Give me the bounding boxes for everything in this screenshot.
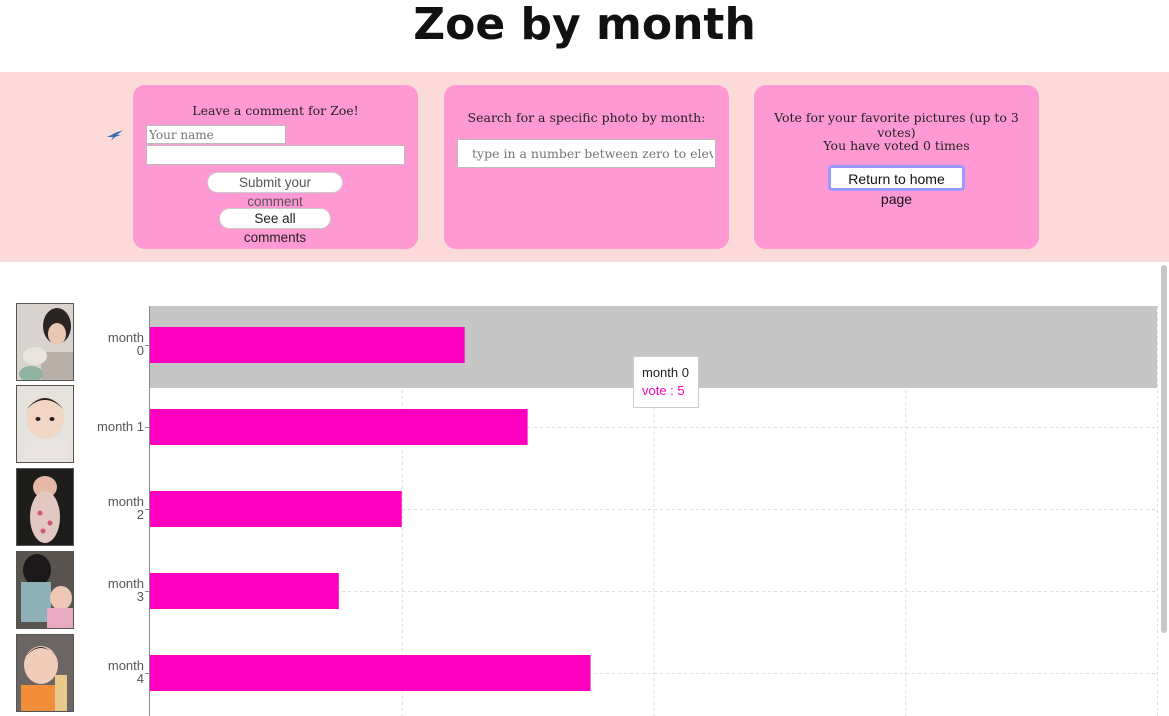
comment-card: Leave a comment for Zoe! Submit your com… <box>133 85 418 249</box>
vote-status: You have voted 0 times <box>823 138 970 153</box>
submit-comment-button[interactable]: Submit your comment <box>207 172 343 209</box>
votes-bar-chart: month 0 month 1 month 2 month 3 month 4 <box>97 306 1158 716</box>
chart-labels: month 0 month 1 month 2 month 3 month 4 <box>97 330 150 686</box>
chart-tooltip: month 0 vote : 5 <box>633 356 699 408</box>
bar-month-3[interactable] <box>150 573 339 609</box>
bar-month-0[interactable] <box>150 327 465 363</box>
month-search-input[interactable] <box>457 139 716 168</box>
name-input[interactable] <box>146 125 286 144</box>
bar-month-4[interactable] <box>150 655 591 691</box>
page-title: Zoe by month <box>413 0 756 50</box>
y-tick-label: month 2 <box>108 494 144 522</box>
search-heading: Search for a specific photo by month: <box>467 110 706 125</box>
bar-month-2[interactable] <box>150 491 402 527</box>
vote-heading: Vote for your favorite pictures (up to 3… <box>774 110 1019 140</box>
y-tick-label: month 4 <box>108 658 144 686</box>
search-card: Search for a specific photo by month: <box>444 85 729 249</box>
y-tick-label: month 1 <box>97 419 144 434</box>
comment-heading: Leave a comment for Zoe! <box>192 103 359 118</box>
bird-icon <box>107 130 123 141</box>
see-all-comments-button[interactable]: See all comments <box>219 208 331 245</box>
y-tick-label: month 0 <box>108 330 144 358</box>
bar-month-1[interactable] <box>150 409 528 445</box>
return-home-button[interactable]: Return to home page <box>828 165 965 207</box>
controls-band: Leave a comment for Zoe! Submit your com… <box>0 72 1169 262</box>
tooltip-title: month 0 <box>642 365 689 380</box>
vote-card: Vote for your favorite pictures (up to 3… <box>754 85 1039 249</box>
page-scrollbar[interactable] <box>1161 265 1167 633</box>
tooltip-value: vote : 5 <box>642 383 685 398</box>
comment-input[interactable] <box>146 145 405 165</box>
y-tick-label: month 3 <box>108 576 144 604</box>
